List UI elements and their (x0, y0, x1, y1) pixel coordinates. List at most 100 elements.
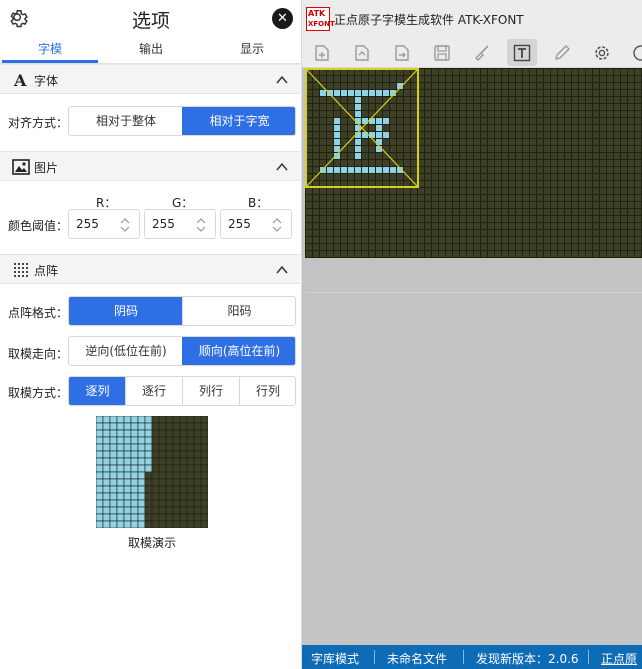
brush-button[interactable] (467, 39, 497, 66)
demo-cell (186, 478, 195, 487)
mode-option-row-column[interactable]: 行列 (239, 377, 295, 405)
canvas-separator (305, 292, 642, 293)
demo-cell (165, 457, 174, 466)
demo-cell (96, 485, 104, 494)
mode-option-column[interactable]: 逐列 (69, 377, 126, 405)
section-image-header[interactable]: 图片 (0, 151, 300, 181)
demo-cell (172, 436, 181, 445)
demo-cell (109, 416, 118, 424)
section-matrix-header[interactable]: 点阵 (0, 254, 300, 284)
demo-cell (200, 499, 208, 508)
chevron-up-icon[interactable] (276, 161, 288, 173)
demo-cell (123, 471, 132, 480)
threshold-g-input[interactable]: 255 (144, 209, 216, 239)
threshold-g-value: 255 (152, 217, 175, 231)
tab-output[interactable]: 输出 (101, 40, 201, 57)
align-option-whole[interactable]: 相对于整体 (69, 107, 183, 135)
direction-label: 取模走向： (8, 347, 69, 361)
demo-cell (116, 492, 125, 501)
format-option-negative[interactable]: 阴码 (69, 297, 183, 325)
demo-cell (151, 471, 160, 480)
tab-glyph[interactable]: 字模 (0, 40, 100, 57)
tab-display[interactable]: 显示 (202, 40, 302, 57)
demo-cell (130, 436, 139, 445)
brush-icon (475, 45, 489, 61)
demo-cell (179, 450, 188, 459)
demo-cell (186, 443, 195, 452)
svg-text:A: A (13, 71, 27, 89)
demo-cell (130, 506, 139, 515)
glyph-pixel (362, 90, 368, 96)
demo-cell (116, 464, 125, 473)
mode-option-column-row[interactable]: 列行 (182, 377, 239, 405)
demo-cell (137, 492, 146, 501)
demo-cell (151, 457, 160, 466)
align-option-width[interactable]: 相对于字宽 (182, 107, 295, 135)
text-button[interactable] (507, 39, 537, 66)
threshold-b-value: 255 (228, 217, 251, 231)
demo-cell (109, 520, 118, 528)
save-button[interactable] (427, 39, 457, 66)
format-option-positive[interactable]: 阳码 (182, 297, 295, 325)
chevron-up-icon[interactable] (276, 264, 288, 276)
new-file-button[interactable] (307, 39, 337, 66)
status-divider (588, 650, 589, 664)
threshold-r-input[interactable]: 255 (68, 209, 140, 239)
demo-cell (151, 436, 160, 445)
glyph-pixel (369, 90, 375, 96)
status-link[interactable]: 正点原子 (601, 650, 642, 669)
settings-icon (633, 45, 642, 61)
demo-cell (186, 506, 195, 515)
gear-button[interactable] (587, 39, 617, 66)
demo-cell (96, 416, 104, 424)
demo-cell (200, 457, 208, 466)
demo-cell (109, 506, 118, 515)
demo-cell (96, 513, 104, 522)
demo-cell (200, 450, 208, 459)
pen-button[interactable] (547, 39, 577, 66)
close-icon[interactable]: ✕ (272, 8, 293, 29)
glyph-pixel (383, 118, 389, 124)
demo-cell (96, 436, 104, 445)
demo-cell (116, 471, 125, 480)
demo-cell (151, 499, 160, 508)
status-update: 发现新版本：2.0.6 (476, 652, 579, 666)
mode-label: 取模方式： (8, 386, 69, 400)
demo-cell (172, 513, 181, 522)
section-font-header[interactable]: A 字体 (0, 64, 300, 94)
demo-cell (109, 443, 118, 452)
demo-cell (109, 436, 118, 445)
spinner-arrows-icon[interactable] (119, 216, 131, 234)
direction-option-msb[interactable]: 顺向(高位在前) (182, 337, 295, 365)
active-tab-indicator (2, 60, 98, 63)
demo-cell (172, 485, 181, 494)
import-button[interactable] (347, 39, 377, 66)
export-button[interactable] (387, 39, 417, 66)
demo-cell (200, 471, 208, 480)
demo-cell (123, 520, 132, 528)
demo-cell (102, 513, 111, 522)
direction-option-lsb[interactable]: 逆向(低位在前) (69, 337, 183, 365)
demo-cell (102, 492, 111, 501)
glyph-pixel (355, 104, 361, 110)
chevron-up-icon[interactable] (276, 74, 288, 86)
threshold-b-input[interactable]: 255 (220, 209, 292, 239)
demo-cell (200, 443, 208, 452)
demo-cell (96, 492, 104, 501)
demo-cell (116, 478, 125, 487)
glyph-pixel (383, 132, 389, 138)
spinner-arrows-icon[interactable] (195, 216, 207, 234)
demo-cell (123, 422, 132, 431)
demo-caption: 取模演示 (127, 536, 176, 550)
demo-cell (130, 457, 139, 466)
demo-cell (186, 422, 195, 431)
demo-cell (186, 450, 195, 459)
demo-cell (172, 471, 181, 480)
export-icon (395, 45, 409, 61)
spinner-arrows-icon[interactable] (271, 216, 283, 234)
demo-cell (116, 513, 125, 522)
glyph-editor-canvas[interactable] (305, 68, 642, 258)
settings-button[interactable] (624, 39, 642, 66)
demo-cell (123, 443, 132, 452)
mode-option-row[interactable]: 逐行 (125, 377, 182, 405)
